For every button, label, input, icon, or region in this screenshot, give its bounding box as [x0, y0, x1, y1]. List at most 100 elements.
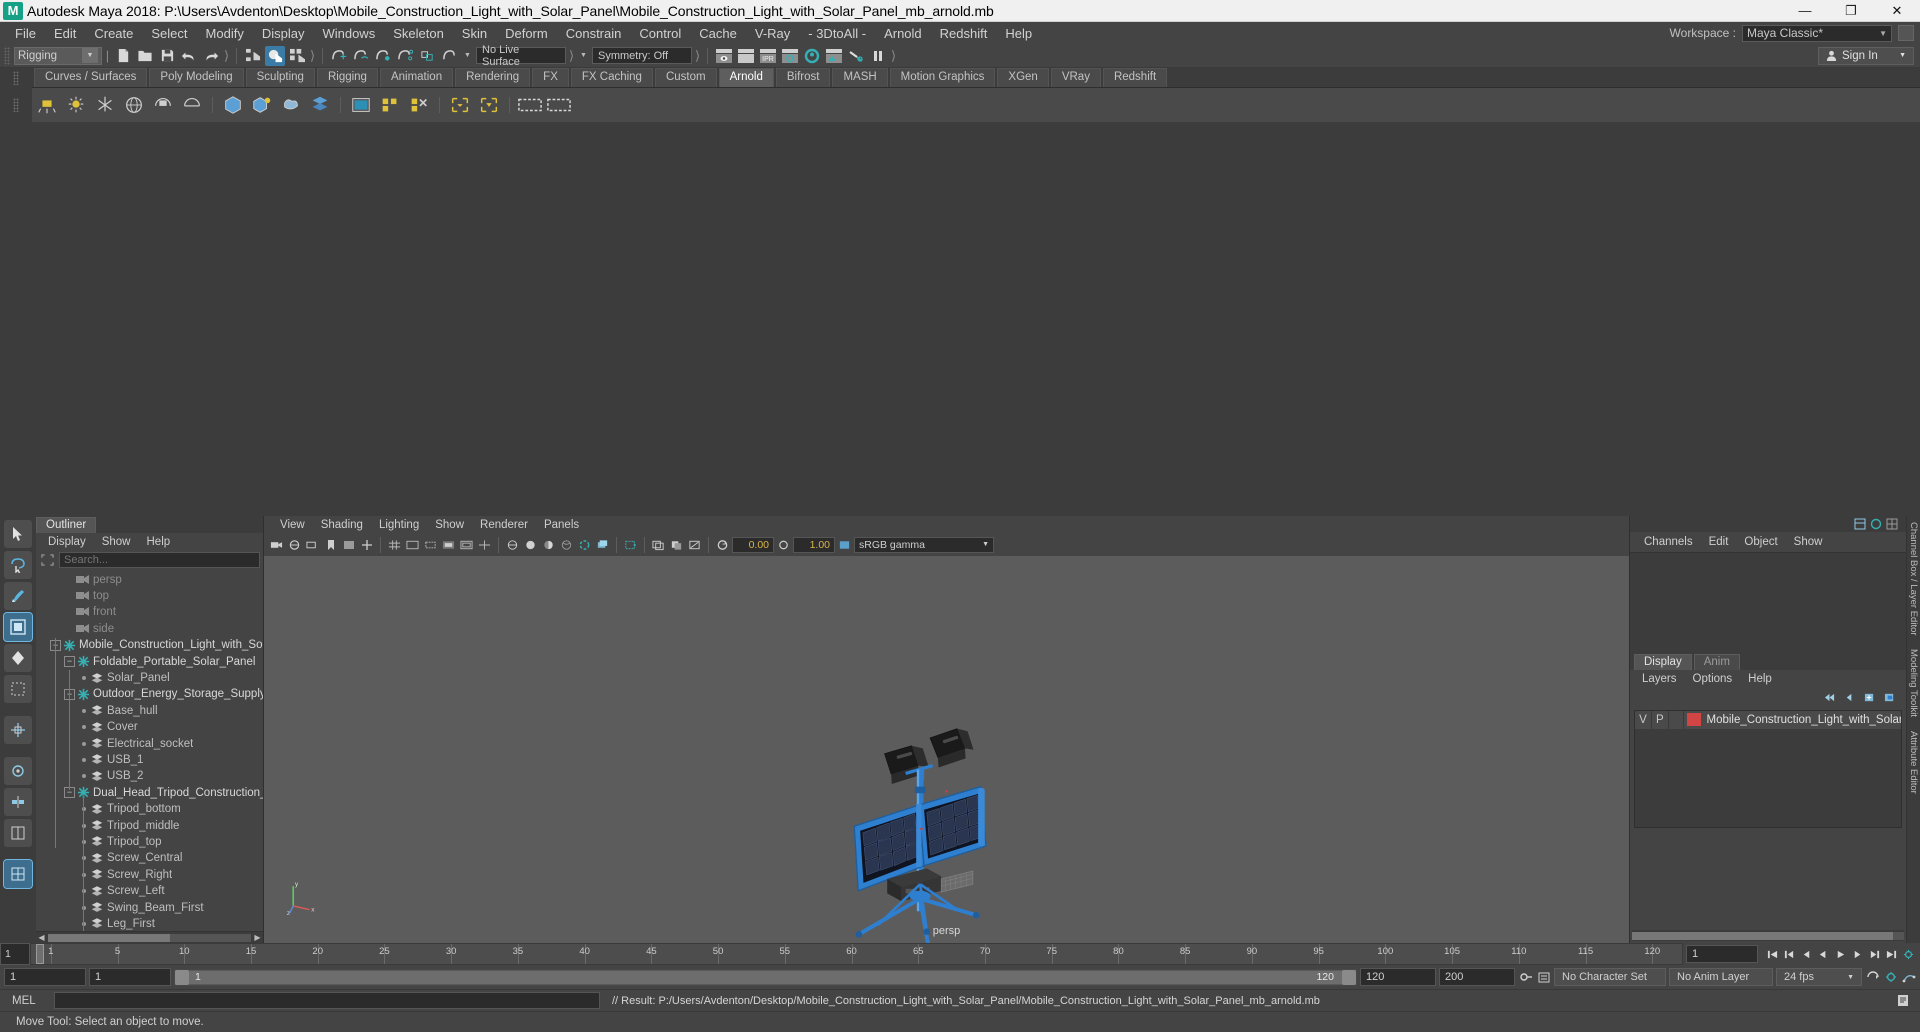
shelf-tab-curves-surfaces[interactable]: Curves / Surfaces	[34, 68, 148, 87]
wireframe-shading-icon[interactable]	[504, 536, 521, 554]
shelf-tab-arnold[interactable]: Arnold	[718, 68, 774, 87]
channelbox-menu-show[interactable]: Show	[1786, 535, 1831, 549]
select-camera-icon[interactable]	[268, 536, 285, 554]
menu-help[interactable]: Help	[996, 24, 1041, 43]
move-layer-up-icon[interactable]	[1843, 692, 1856, 703]
snap-to-projected-center-icon[interactable]	[395, 46, 415, 66]
image-plane-icon[interactable]	[340, 536, 357, 554]
wireframe-on-shaded-icon[interactable]	[558, 536, 575, 554]
outliner-item-electrical-socket[interactable]: Electrical_socket	[36, 735, 263, 751]
shelf-tab-animation[interactable]: Animation	[379, 68, 454, 87]
timeline-current-frame-marker[interactable]	[35, 944, 44, 964]
shelf-tab-custom[interactable]: Custom	[654, 68, 717, 87]
last-tool-button[interactable]	[4, 787, 32, 816]
script-editor-icon[interactable]	[1896, 994, 1910, 1007]
shelf-tab-xgen[interactable]: XGen	[997, 68, 1049, 87]
menu-arnold[interactable]: Arnold	[875, 24, 931, 43]
outliner-item-tripod-middle[interactable]: Tripod_middle	[36, 817, 263, 833]
menu-display[interactable]: Display	[253, 24, 314, 43]
time-slider-start-field[interactable]: 1	[0, 943, 30, 965]
channel-box-toggle-icon[interactable]	[1854, 518, 1866, 530]
viewport-3d-canvas[interactable]: y x z persp	[264, 555, 1629, 943]
workspace-config-icon[interactable]	[1898, 25, 1914, 41]
viewport-menu-lighting[interactable]: Lighting	[371, 518, 427, 532]
smooth-shade-all-icon[interactable]	[522, 536, 539, 554]
shelf-tab-poly-modeling[interactable]: Poly Modeling	[149, 68, 244, 87]
channelbox-menu-object[interactable]: Object	[1736, 535, 1785, 549]
arnold-photometric-light-icon[interactable]	[179, 92, 205, 118]
menu-skin[interactable]: Skin	[453, 24, 496, 43]
anim-start-field[interactable]: 1	[89, 968, 171, 986]
menu-windows[interactable]: Windows	[313, 24, 384, 43]
maximize-button[interactable]: ❐	[1828, 0, 1874, 21]
shelf-tab-motion-graphics[interactable]: Motion Graphics	[889, 68, 996, 87]
gamma-value-field[interactable]: 1.00	[793, 536, 835, 553]
layer-menu-help[interactable]: Help	[1740, 672, 1780, 686]
move-layer-up-fast-icon[interactable]	[1823, 692, 1836, 703]
selection-marquee-icon[interactable]	[39, 553, 55, 568]
menu-file[interactable]: File	[6, 24, 45, 43]
vtab-attribute-editor[interactable]: Attribute Editor	[1908, 731, 1919, 794]
viewport-menu-renderer[interactable]: Renderer	[472, 518, 536, 532]
shelf-tabs-grip[interactable]	[13, 71, 19, 85]
arnold-volume-icon[interactable]	[278, 92, 304, 118]
exposure-value-field[interactable]: 0.00	[732, 536, 774, 553]
snap-to-grid-icon[interactable]	[329, 46, 349, 66]
hypershade-icon[interactable]	[802, 46, 822, 66]
toolbar-grip[interactable]	[4, 46, 10, 65]
shadows-icon[interactable]	[622, 536, 639, 554]
channelbox-menu-channels[interactable]: Channels	[1636, 535, 1701, 549]
arnold-distant-light-icon[interactable]	[92, 92, 118, 118]
menu-cache[interactable]: Cache	[690, 24, 746, 43]
outliner-menu-show[interactable]: Show	[94, 535, 139, 549]
lasso-tool-button[interactable]	[4, 550, 32, 579]
arnold-procedural-icon[interactable]	[249, 92, 275, 118]
modeling-toolkit-toggle-icon[interactable]	[1886, 518, 1898, 530]
layer-horizontal-scrollbar[interactable]	[1632, 930, 1904, 941]
menu-edit[interactable]: Edit	[45, 24, 85, 43]
outliner-tab[interactable]: Outliner	[36, 516, 97, 533]
go-to-start-icon[interactable]	[1765, 946, 1780, 962]
shelf-tab-vray[interactable]: VRay	[1050, 68, 1101, 87]
outliner-menu-help[interactable]: Help	[139, 535, 179, 549]
menu-modify[interactable]: Modify	[197, 24, 253, 43]
scrollbar-thumb[interactable]	[48, 933, 170, 942]
outliner-search-input[interactable]	[59, 552, 260, 568]
arnold-remove-subdivision-icon[interactable]	[406, 92, 432, 118]
layer-menu-options[interactable]: Options	[1685, 672, 1741, 686]
close-button[interactable]: ✕	[1874, 0, 1920, 21]
outliner-item-leg-first[interactable]: Leg_First	[36, 916, 263, 931]
gate-mask-icon[interactable]	[440, 536, 457, 554]
scrollbar-track[interactable]	[1632, 931, 1904, 940]
new-layer-from-selection-icon[interactable]	[1883, 692, 1896, 703]
render-settings-icon[interactable]	[780, 46, 800, 66]
menu-redshift[interactable]: Redshift	[931, 24, 997, 43]
undo-icon[interactable]	[179, 46, 199, 66]
render-sequence-icon[interactable]	[736, 46, 756, 66]
minimize-button[interactable]: —	[1782, 0, 1828, 21]
outliner-tree[interactable]: persp top front side −Mobile_Construction_Li…	[36, 569, 263, 931]
arnold-render-view-icon[interactable]	[517, 92, 543, 118]
snap-to-view-planes-icon[interactable]	[417, 46, 437, 66]
snap-to-curve-icon[interactable]	[351, 46, 371, 66]
shelf-tab-bifrost[interactable]: Bifrost	[775, 68, 831, 87]
snap-to-point-icon[interactable]	[373, 46, 393, 66]
universal-manipulator-button[interactable]	[4, 715, 32, 744]
auto-key-icon[interactable]	[1518, 969, 1533, 985]
outliner-horizontal-scrollbar[interactable]: ◀ ▶	[36, 931, 263, 943]
step-forward-frame-icon[interactable]	[1850, 946, 1865, 962]
outliner-item-swing-beam-first[interactable]: Swing_Beam_First	[36, 899, 263, 915]
open-scene-icon[interactable]	[135, 46, 155, 66]
paint-select-tool-button[interactable]	[4, 581, 32, 610]
arnold-area-light-icon[interactable]	[34, 92, 60, 118]
screen-space-ao-icon[interactable]	[650, 536, 667, 554]
viewport-menu-panels[interactable]: Panels	[536, 518, 587, 532]
anim-layer-field[interactable]: No Anim Layer	[1669, 968, 1773, 986]
live-surface-field[interactable]: No Live Surface	[476, 44, 566, 68]
layer-row[interactable]: V P Mobile_Construction_Light_with_Solar…	[1635, 710, 1901, 729]
colorspace-select[interactable]: sRGB gamma ▼	[854, 536, 994, 553]
graph-editor-icon[interactable]	[1901, 969, 1916, 985]
range-end-field[interactable]: 200	[1439, 968, 1515, 986]
texture-display-icon[interactable]	[576, 536, 593, 554]
workspace-select[interactable]: Maya Classic* ▼	[1742, 24, 1892, 42]
